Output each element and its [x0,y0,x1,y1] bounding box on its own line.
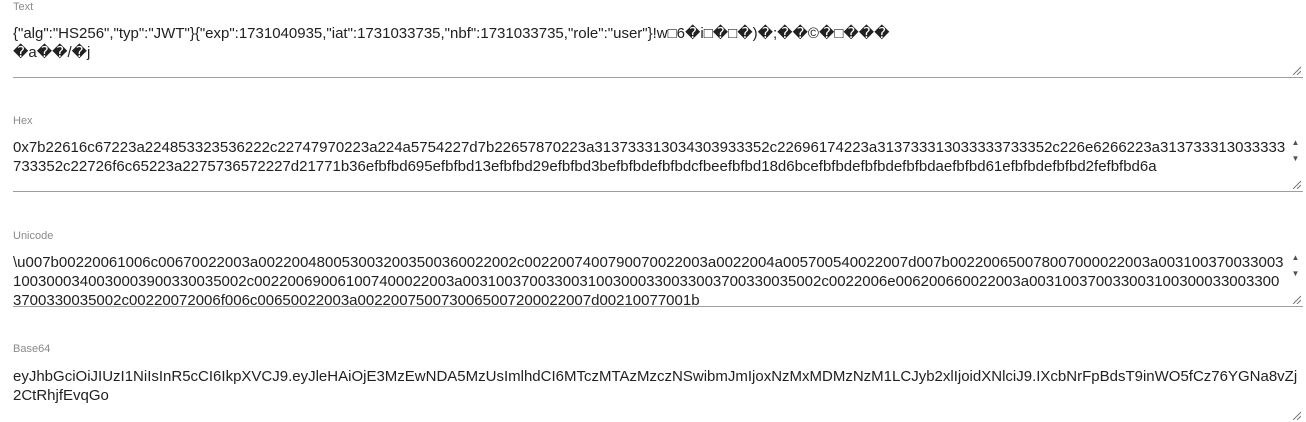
resize-grip-icon[interactable] [1291,294,1301,304]
scroll-down-arrow-icon[interactable]: ▼ [1288,152,1303,166]
unicode-label: Unicode [13,230,54,242]
hex-section: Hex 0x7b22616c67223a224853323536222c2274… [13,115,1303,192]
base64-field[interactable]: eyJhbGciOiJIUzI1NiIsInR5cCI6IkpXVCJ9.eyJ… [13,364,1303,422]
scroll-down-arrow-icon[interactable]: ▼ [1288,267,1303,281]
unicode-value[interactable]: \u007b00220061006c00670022003a0022004800… [13,251,1303,306]
base64-section: Base64 eyJhbGciOiJIUzI1NiIsInR5cCI6IkpXV… [13,343,1303,422]
hex-value[interactable]: 0x7b22616c67223a224853323536222c22747970… [13,136,1303,191]
hex-field[interactable]: 0x7b22616c67223a224853323536222c22747970… [13,136,1303,192]
text-section: Text {"alg":"HS256","typ":"JWT"}{"exp":1… [13,1,1303,78]
unicode-field[interactable]: \u007b00220061006c00670022003a0022004800… [13,251,1303,307]
text-value[interactable]: {"alg":"HS256","typ":"JWT"}{"exp":173104… [13,22,1303,66]
scroll-up-arrow-icon[interactable]: ▲ [1288,136,1303,150]
text-field[interactable]: {"alg":"HS256","typ":"JWT"}{"exp":173104… [13,22,1303,78]
scroll-up-arrow-icon[interactable]: ▲ [1288,251,1303,265]
resize-grip-icon[interactable] [1291,179,1301,189]
hex-label: Hex [13,115,33,127]
base64-label: Base64 [13,343,51,355]
base64-value[interactable]: eyJhbGciOiJIUzI1NiIsInR5cCI6IkpXVCJ9.eyJ… [13,364,1303,409]
resize-grip-icon[interactable] [1291,410,1301,420]
text-label: Text [13,1,34,13]
unicode-section: Unicode \u007b00220061006c00670022003a00… [13,230,1303,307]
resize-grip-icon[interactable] [1291,65,1301,75]
